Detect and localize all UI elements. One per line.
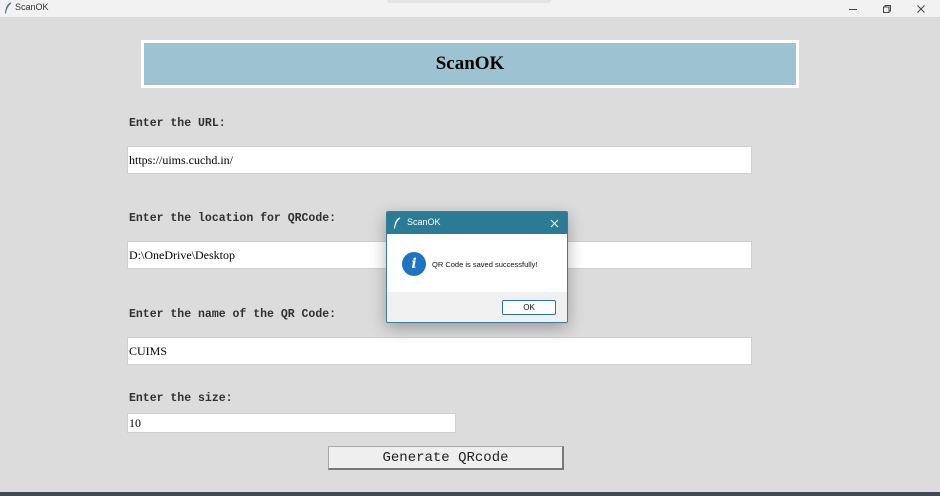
- taskbar-edge: [0, 492, 940, 496]
- close-icon: [917, 4, 925, 13]
- success-dialog: ScanOK i QR Code is saved successfully! …: [386, 211, 568, 323]
- dialog-titlebar[interactable]: ScanOK: [387, 212, 567, 234]
- minimize-icon: [849, 8, 857, 10]
- size-input[interactable]: 10: [127, 413, 456, 433]
- size-label: Enter the size:: [129, 392, 233, 405]
- close-button[interactable]: [904, 0, 938, 17]
- drag-handle[interactable]: [387, 0, 551, 3]
- dialog-close-button[interactable]: [547, 216, 561, 230]
- qr-name-input[interactable]: CUIMS: [127, 337, 752, 365]
- feather-icon: [394, 217, 401, 229]
- app-banner: ScanOK: [141, 40, 799, 88]
- window-title: ScanOK: [15, 2, 49, 12]
- close-icon: [550, 219, 558, 227]
- url-label: Enter the URL:: [129, 117, 226, 130]
- restore-button[interactable]: [870, 0, 904, 17]
- banner-title: ScanOK: [435, 53, 505, 74]
- restore-icon: [883, 4, 891, 13]
- ok-button[interactable]: OK: [502, 300, 556, 315]
- info-icon: i: [402, 252, 426, 276]
- location-label: Enter the location for QRCode:: [129, 212, 337, 225]
- generate-qrcode-button[interactable]: Generate QRcode: [328, 446, 564, 470]
- qr-name-label: Enter the name of the QR Code:: [129, 308, 337, 321]
- feather-icon: [5, 2, 12, 14]
- minimize-button[interactable]: [836, 0, 870, 17]
- url-input[interactable]: https://uims.cuchd.in/: [127, 146, 752, 174]
- dialog-title: ScanOK: [407, 217, 441, 227]
- window-titlebar: ScanOK: [0, 0, 940, 17]
- dialog-message: QR Code is saved successfully!: [432, 260, 538, 269]
